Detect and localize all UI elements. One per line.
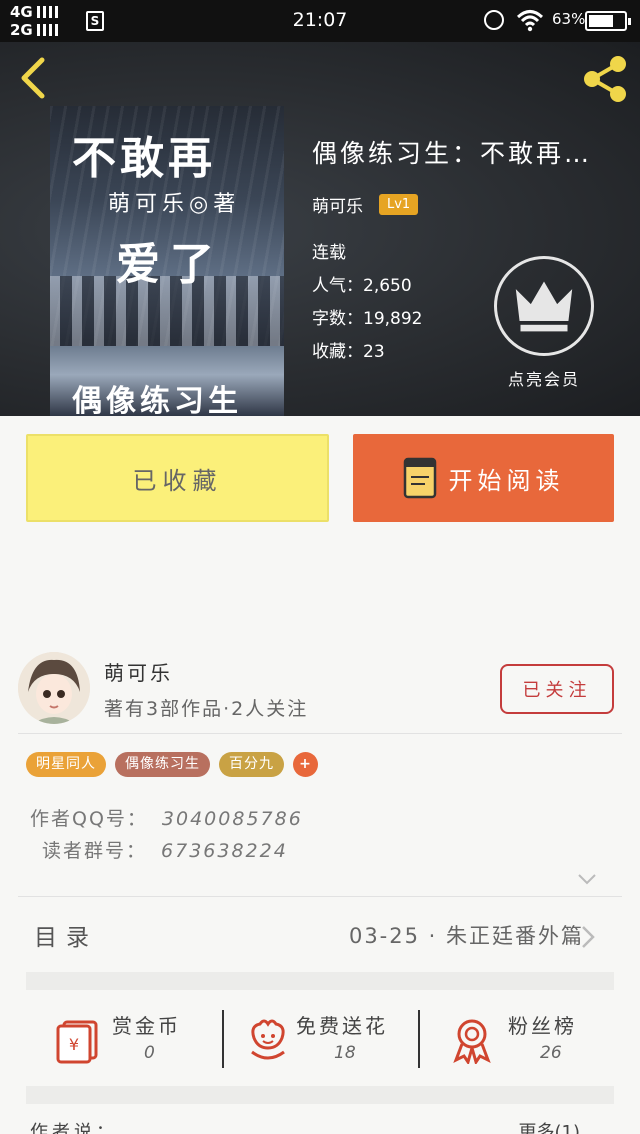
book-author[interactable]: 萌可乐 <box>312 192 363 217</box>
author-qq-line: 作者QQ号： 3040085786 <box>30 808 303 830</box>
fan-ranking-stat[interactable]: 粉丝榜 26 <box>418 990 614 1086</box>
cover-title-top: 不敢再 <box>72 133 216 184</box>
collected-button[interactable]: 已收藏 <box>26 434 329 522</box>
start-reading-label: 开始阅读 <box>448 466 565 495</box>
vip-label[interactable]: 点亮会员 <box>494 366 594 390</box>
battery-icon <box>585 11 631 31</box>
section-separator <box>26 972 614 990</box>
latest-chapter: 03-25 · 朱正廷番外篇 <box>348 924 584 948</box>
reader-group-line: 读者群号： 673638224 <box>42 840 288 862</box>
add-tag-button[interactable]: + <box>293 752 318 777</box>
cover-title-bottom: 偶像练习生 <box>72 384 242 416</box>
table-of-contents-row[interactable]: 目录 03-25 · 朱正廷番外篇 <box>0 900 640 972</box>
follow-button[interactable]: 已关注 <box>500 664 614 714</box>
back-arrow-icon[interactable] <box>14 56 54 100</box>
section-separator <box>26 1086 614 1104</box>
chevron-down-icon[interactable] <box>576 868 598 890</box>
cover-title-mid: 爱了 <box>116 239 224 290</box>
cover-author: 萌可乐◎著 <box>108 192 241 217</box>
more-link[interactable]: 更多(1) <box>519 1118 581 1134</box>
reward-coins-stat[interactable]: ¥ 赏金币 0 <box>26 990 222 1086</box>
tag-item[interactable]: 偶像练习生 <box>115 752 210 777</box>
author-stats: 著有3部作品·2人关注 <box>104 698 309 720</box>
battery-percent: 63% <box>552 10 586 28</box>
divider <box>18 896 622 897</box>
book-header: 不敢再 萌可乐◎著 爱了 偶像练习生 偶像练习生：不敢再… 萌可乐 Lv1 连载… <box>0 42 640 416</box>
crown-icon[interactable] <box>494 256 594 356</box>
status-bar: 4G 2G S 21:07 63% <box>0 0 640 42</box>
tag-item[interactable]: 明星同人 <box>26 752 106 777</box>
wifi-icon <box>516 10 544 32</box>
clock: 21:07 <box>292 9 348 31</box>
free-flowers-stat[interactable]: 免费送花 18 <box>222 990 418 1086</box>
author-level-badge: Lv1 <box>379 194 419 215</box>
book-status: 连载 <box>312 243 346 263</box>
svg-text:¥: ¥ <box>69 1035 79 1054</box>
chevron-right-icon <box>582 926 595 948</box>
ribbon-medal-icon <box>453 1019 491 1064</box>
flower-icon <box>251 1019 285 1060</box>
coin-envelope-icon: ¥ <box>56 1020 98 1064</box>
book-cover[interactable]: 不敢再 萌可乐◎著 爱了 偶像练习生 <box>50 106 284 416</box>
support-stats: ¥ 赏金币 0 免费送花 18 粉丝榜 26 <box>26 990 614 1086</box>
book-icon <box>403 457 436 499</box>
tag-item[interactable]: 百分九 <box>219 752 284 777</box>
author-name[interactable]: 萌可乐 <box>104 657 173 686</box>
author-qq-value[interactable]: 3040085786 <box>162 808 303 830</box>
divider <box>18 733 622 734</box>
start-reading-button[interactable]: 开始阅读 <box>353 434 614 522</box>
tag-list: 明星同人 偶像练习生 百分九 + <box>26 752 318 777</box>
toc-label: 目录 <box>34 925 98 951</box>
book-favorites: 收藏：23 <box>312 342 385 362</box>
author-says-label: 作者说： <box>30 1122 118 1134</box>
reader-group-value[interactable]: 673638224 <box>161 840 288 862</box>
book-title: 偶像练习生：不敢再… <box>312 139 593 168</box>
share-icon[interactable] <box>578 52 632 106</box>
author-avatar[interactable] <box>18 652 90 724</box>
alarm-icon <box>484 10 504 30</box>
